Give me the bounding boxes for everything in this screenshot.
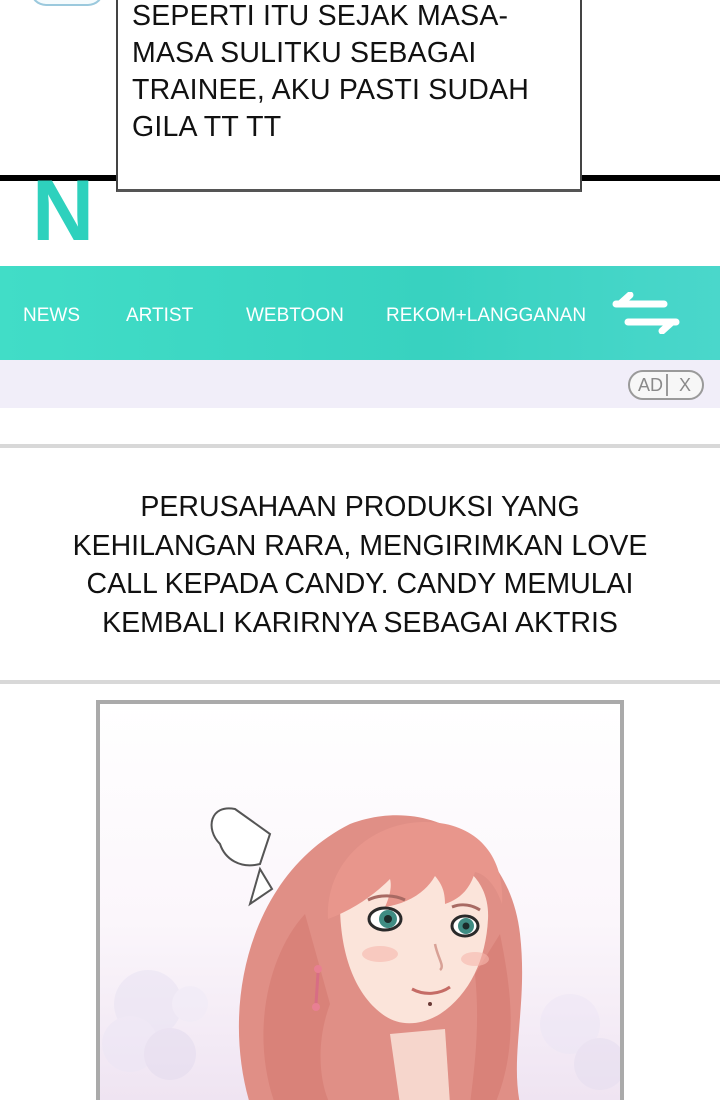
caption-text: PERUSAHAAN PRODUKSI YANG KEHILANGAN RARA… [0, 488, 720, 642]
swap-arrows-icon[interactable] [612, 292, 680, 334]
speech-line: SEPERTI ITU SEJAK MASA- [132, 0, 509, 32]
speech-line: MASA SULITKU SEBAGAI [132, 37, 477, 69]
nav-item-artist[interactable]: ARTIST [126, 305, 193, 327]
comic-illustration [96, 700, 624, 1100]
partial-avatar [30, 0, 104, 6]
nav-item-webtoon[interactable]: WEBTOON [246, 305, 344, 327]
caption-line: KEMBALI KARIRNYA SEBAGAI AKTRIS [102, 606, 618, 639]
speech-line: GILA TT TT [132, 111, 282, 143]
ad-divider [666, 374, 668, 396]
caption-line: KEHILANGAN RARA, MENGIRIMKAN LOVE [72, 529, 648, 562]
nav-item-rekom-langganan[interactable]: REKOM+LANGGANAN [386, 305, 586, 327]
ad-label: AD [638, 375, 664, 395]
ad-close-button[interactable]: X [679, 375, 691, 396]
character-portrait [102, 807, 620, 1100]
caption-line: CALL KEPADA CANDY. CANDY MEMULAI [86, 568, 634, 600]
ad-banner [0, 360, 720, 408]
speech-text: SEPERTI ITU SEJAK MASA- MASA SULITKU SEB… [132, 0, 572, 146]
speech-line: TRAINEE, AKU PASTI SUDAH [132, 74, 530, 106]
divider-line [0, 680, 720, 684]
caption-line: PERUSAHAAN PRODUKSI YANG [140, 491, 580, 523]
nav-item-news[interactable]: NEWS [23, 305, 80, 327]
ad-badge[interactable]: AD X [628, 370, 704, 400]
site-logo[interactable]: N [32, 176, 94, 240]
speech-box: SEPERTI ITU SEJAK MASA- MASA SULITKU SEB… [116, 0, 582, 192]
divider-line [0, 444, 720, 448]
nav-bar: NEWS ARTIST WEBTOON REKOM+LANGGANAN [0, 266, 720, 360]
